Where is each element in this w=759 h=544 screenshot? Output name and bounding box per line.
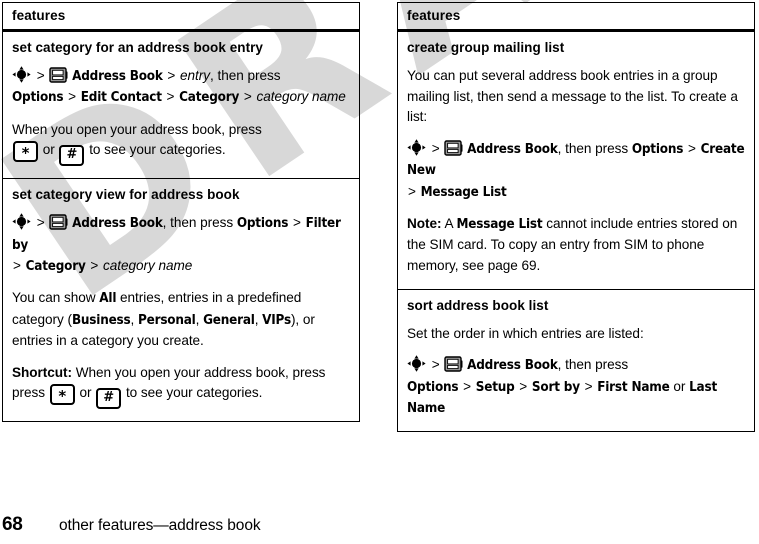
features-table-right: features create group mailing list You c… <box>397 2 755 433</box>
address-book-icon <box>444 356 463 372</box>
path-separator: > <box>463 378 472 394</box>
menu-item-options: Options <box>12 90 64 106</box>
menu-variable-entry: entry <box>180 67 211 83</box>
category-business: Business <box>71 312 131 328</box>
path-separator: > <box>13 257 21 273</box>
section-set-category-view: set category view for address book > Add… <box>3 178 359 421</box>
menu-item-message-list: Message List <box>456 216 543 232</box>
path-separator: > <box>68 89 77 105</box>
menu-path-line: > Address Book, then press Options > Set… <box>407 355 745 419</box>
menu-item-message-list: Message List <box>420 184 507 200</box>
navigation-key-icon <box>407 139 426 156</box>
menu-item-address-book: Address Book <box>467 358 558 374</box>
note-label: Note: <box>407 215 442 231</box>
menu-item-address-book: Address Book <box>72 68 163 84</box>
path-separator: > <box>584 378 593 394</box>
category-general: General <box>203 312 255 328</box>
path-trailing-text: , then press <box>210 67 281 83</box>
body-text: or <box>79 385 92 401</box>
page-footer: 68 other features—address book <box>0 510 759 536</box>
right-column: features create group mailing list You c… <box>397 2 755 433</box>
menu-item-address-book: Address Book <box>467 141 558 157</box>
menu-item-address-book: Address Book <box>72 216 163 232</box>
body-text: You can show <box>12 290 96 306</box>
navigation-key-icon <box>12 213 31 230</box>
navigation-key-icon <box>407 355 426 372</box>
body-text: When you open your address book, press <box>12 121 262 137</box>
menu-path-line: > Address Book, then press Options > Fil… <box>12 213 350 277</box>
star-key-icon: * <box>13 141 38 163</box>
running-head: other features—address book <box>59 517 261 534</box>
menu-path-line: > Address Book, then press Options > Cre… <box>407 139 745 203</box>
features-table-header-right: features <box>398 3 754 32</box>
menu-item-category: Category <box>25 258 86 274</box>
section-title: sort address book list <box>407 297 549 313</box>
menu-variable-category-name: category name <box>102 257 193 273</box>
body-text: press <box>12 385 45 401</box>
body-paragraph: Set the order in which entries are liste… <box>407 325 644 341</box>
path-trailing-text: , then press <box>557 357 629 373</box>
section-title: set category view for address book <box>12 187 240 203</box>
menu-item-edit-contact: Edit Contact <box>80 90 162 106</box>
address-book-icon <box>49 214 68 230</box>
path-separator: > <box>519 378 528 394</box>
path-separator: > <box>166 89 175 105</box>
path-separator: > <box>90 257 99 273</box>
pound-key-icon: # <box>96 388 122 410</box>
path-separator: > <box>292 215 301 231</box>
body-text: or <box>673 378 686 394</box>
path-separator: > <box>431 140 440 156</box>
star-key-icon: * <box>49 384 75 406</box>
menu-item-sort-by: Sort by <box>531 379 580 395</box>
features-table-header-left: features <box>3 3 359 32</box>
list-comma: , <box>130 311 138 327</box>
section-set-category-for-entry: set category for an address book entry > <box>3 32 359 178</box>
body-text: to see your categories. <box>89 142 226 158</box>
path-separator: > <box>687 140 696 156</box>
address-book-icon <box>49 67 68 83</box>
path-separator: > <box>431 357 440 373</box>
section-title: create group mailing list <box>407 40 565 55</box>
body-paragraph: You can put several address book entries… <box>407 67 738 125</box>
category-vips: VIPs <box>262 312 291 328</box>
menu-item-setup: Setup <box>475 379 515 395</box>
section-create-group-mailing-list: create group mailing list You can put se… <box>398 32 754 289</box>
shortcut-label: Shortcut: <box>12 364 72 380</box>
path-separator: > <box>408 183 416 199</box>
path-separator: > <box>36 215 45 231</box>
note-paragraph: Note: A Message List cannot include entr… <box>407 214 745 277</box>
pound-key-icon: # <box>59 145 85 167</box>
menu-item-all: All <box>99 291 117 307</box>
body-text: or <box>42 142 55 158</box>
body-text: A <box>444 215 453 231</box>
body-paragraph: You can show All entries, entries in a p… <box>12 288 350 351</box>
list-comma: , <box>195 311 204 327</box>
manual-page: features set category for an address boo… <box>0 0 759 544</box>
path-trailing-text: , then press <box>557 140 629 156</box>
body-paragraph: When you open your address book, press *… <box>12 120 350 167</box>
page-number: 68 <box>2 514 23 535</box>
body-text: When you open your address book, press <box>75 364 326 380</box>
menu-item-category: Category <box>179 90 240 106</box>
path-separator: > <box>243 89 252 105</box>
shortcut-paragraph: Shortcut: When you open your address boo… <box>12 363 350 410</box>
navigation-key-icon <box>12 66 31 83</box>
left-column: features set category for an address boo… <box>2 2 360 423</box>
menu-item-options: Options <box>631 141 684 157</box>
features-table-left: features set category for an address boo… <box>2 2 360 423</box>
body-text: to see your categories. <box>125 385 263 401</box>
section-sort-address-book-list: sort address book list Set the order in … <box>398 288 754 432</box>
address-book-icon <box>444 140 463 156</box>
path-trailing-text: , then press <box>162 215 234 231</box>
menu-variable-category-name: category name <box>256 89 346 105</box>
menu-item-first-name: First Name <box>597 379 670 395</box>
menu-item-options: Options <box>236 216 289 232</box>
path-separator: > <box>167 67 176 83</box>
menu-path-line: > Address Book > entry, then press Optio… <box>12 66 350 109</box>
section-title: set category for an address book entry <box>12 40 263 55</box>
path-separator: > <box>36 67 45 83</box>
category-personal: Personal <box>137 312 196 328</box>
menu-item-options: Options <box>407 379 459 395</box>
